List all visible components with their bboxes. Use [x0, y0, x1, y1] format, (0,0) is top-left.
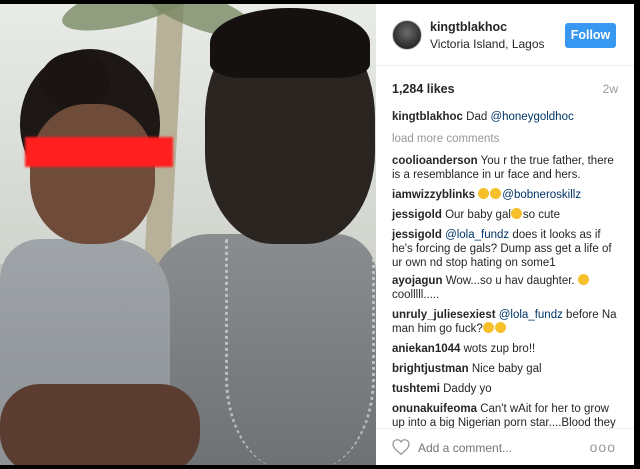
comment-mention[interactable]: @bobneroskillz	[502, 189, 581, 201]
emoji-icon	[478, 188, 490, 199]
emoji-icon	[482, 322, 494, 333]
list-item: brightjustman Nice baby gal	[392, 362, 622, 376]
post-header: kingtblakhoc Victoria Island, Lagos Foll…	[376, 4, 634, 66]
comment-text: Our baby gal	[445, 209, 511, 221]
post-photo[interactable]	[0, 4, 376, 465]
girl-face	[30, 104, 155, 244]
emoji-icon	[490, 188, 502, 199]
comment-footer: ooo	[376, 428, 634, 465]
comment-username[interactable]: jessigold	[392, 209, 442, 221]
heart-eyes-emoji-icon	[510, 208, 522, 219]
emoji-icon	[494, 322, 506, 333]
post-location[interactable]: Victoria Island, Lagos	[430, 37, 545, 51]
comment-mention[interactable]: @honeygoldhoc	[490, 111, 573, 123]
avatar[interactable]	[392, 20, 422, 50]
list-item: aniekan1044 wots zup bro!!	[392, 342, 622, 356]
list-item: tushtemi Daddy yo	[392, 382, 622, 396]
comment-text: so cute	[522, 209, 560, 221]
comment-username[interactable]: aniekan1044	[392, 343, 460, 355]
caption: kingtblakhoc Dad @honeygoldhoc	[392, 110, 622, 124]
comment-username[interactable]: unruly_juliesexiest	[392, 309, 496, 321]
post-age: 2w	[602, 82, 618, 96]
list-item: jessigold @lola_fundz does it looks as i…	[392, 228, 622, 270]
list-item: ayojagun Wow...so u hav daughter. coolll…	[392, 274, 622, 302]
list-item: iamwizzyblinks @bobneroskillz	[392, 188, 622, 202]
comment-text: Wow...so u hav daughter.	[445, 275, 578, 287]
add-comment-input[interactable]	[418, 440, 588, 456]
comment-mention[interactable]: @lola_fundz	[445, 229, 509, 241]
comment-username[interactable]: kingtblakhoc	[392, 111, 463, 123]
comment-username[interactable]: onunakuifeoma	[392, 403, 477, 415]
comment-text: wots zup bro!!	[463, 343, 536, 355]
likes-row: 1,284 likes 2w	[392, 82, 618, 98]
censor-bar	[25, 137, 173, 167]
comment-text: Nice baby gal	[471, 363, 542, 375]
comment-mention[interactable]: @lola_fundz	[499, 309, 563, 321]
comment-username[interactable]: iamwizzyblinks	[392, 189, 475, 201]
list-item: onunakuifeoma Can't wAit for her to grow…	[392, 402, 622, 428]
list-item: coolioanderson You r the true father, th…	[392, 154, 622, 182]
comment-text: Daddy yo	[443, 383, 492, 395]
comment-username[interactable]: ayojagun	[392, 275, 442, 287]
post-username[interactable]: kingtblakhoc	[430, 20, 507, 34]
load-more-comments[interactable]: load more comments	[392, 132, 499, 146]
post-side-panel: kingtblakhoc Victoria Island, Lagos Foll…	[376, 4, 634, 465]
more-options-icon[interactable]: ooo	[590, 439, 616, 455]
comment-username[interactable]: jessigold	[392, 229, 442, 241]
man-chain	[225, 239, 375, 465]
comment-text: Dad	[466, 111, 491, 123]
comment-text: coolllll.....	[392, 289, 440, 301]
list-item: jessigold Our baby gal so cute	[392, 208, 622, 222]
likes-count[interactable]: 1,284 likes	[392, 82, 455, 96]
emoji-icon	[577, 274, 589, 285]
follow-button[interactable]: Follow	[565, 23, 616, 48]
comment-username[interactable]: brightjustman	[392, 363, 469, 375]
comment-username[interactable]: tushtemi	[392, 383, 440, 395]
girl-hair-bun	[40, 52, 110, 112]
man-hair	[210, 8, 370, 78]
post-modal: kingtblakhoc Victoria Island, Lagos Foll…	[0, 0, 640, 469]
heart-icon[interactable]	[392, 439, 410, 455]
list-item: unruly_juliesexiest @lola_fundz before N…	[392, 308, 622, 336]
comment-username[interactable]: coolioanderson	[392, 155, 478, 167]
man-arm	[0, 384, 200, 465]
